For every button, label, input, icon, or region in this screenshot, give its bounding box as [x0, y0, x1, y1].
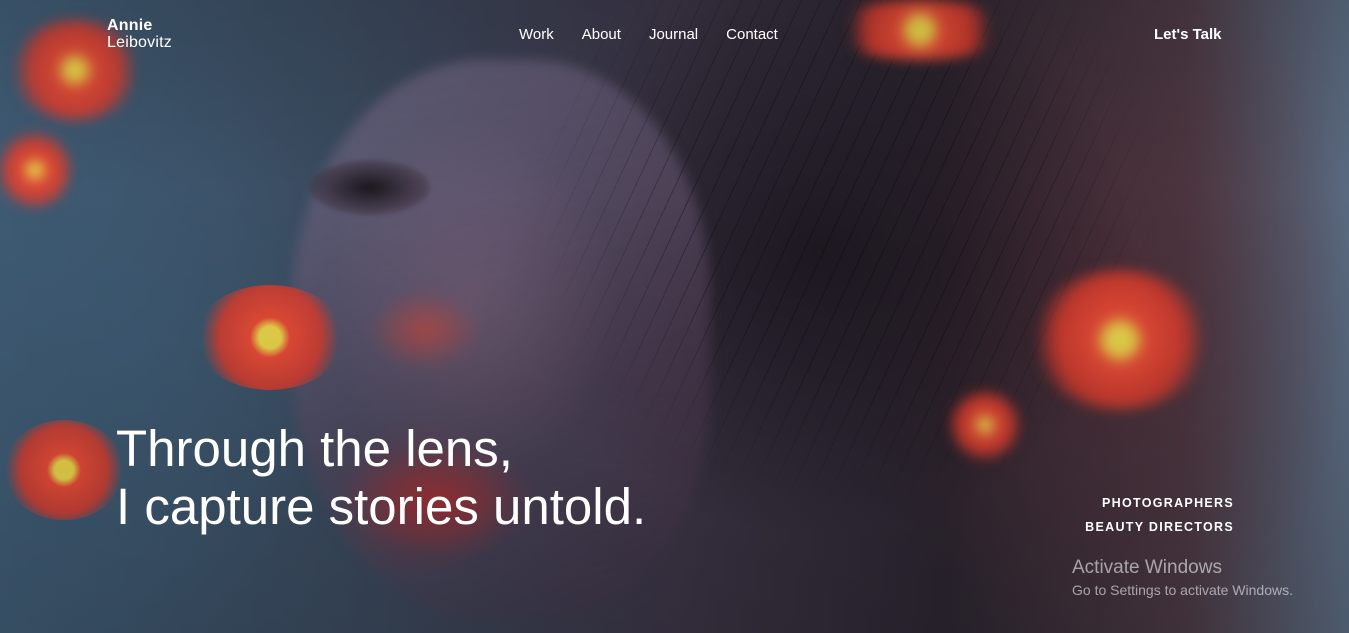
watermark-subtitle: Go to Settings to activate Windows.	[1072, 582, 1293, 598]
hero-headline-line-1: Through the lens,	[116, 420, 513, 477]
nav-item-contact[interactable]: Contact	[726, 25, 778, 45]
nav-item-work[interactable]: Work	[519, 25, 554, 45]
role-item: PHOTOGRAPHERS	[1102, 496, 1234, 510]
brand-last-name: Leibovitz	[107, 34, 172, 51]
nav-item-about[interactable]: About	[582, 25, 621, 45]
lets-talk-button[interactable]: Let's Talk	[1154, 25, 1221, 45]
watermark-title: Activate Windows	[1072, 557, 1222, 578]
hero-headline: Through the lens, I capture stories unto…	[116, 420, 646, 536]
roles-list: PHOTOGRAPHERS BEAUTY DIRECTORS	[1085, 491, 1234, 539]
windows-activation-watermark: Activate Windows Go to Settings to activ…	[1072, 556, 1293, 600]
brand-first-name: Annie	[107, 17, 153, 34]
hero-headline-line-2: I capture stories untold.	[116, 478, 647, 535]
role-item: BEAUTY DIRECTORS	[1085, 520, 1234, 534]
nav-item-journal[interactable]: Journal	[649, 25, 698, 45]
main-nav: Work About Journal Contact	[519, 25, 806, 45]
brand-logo[interactable]: Annie Leibovitz	[107, 17, 172, 51]
